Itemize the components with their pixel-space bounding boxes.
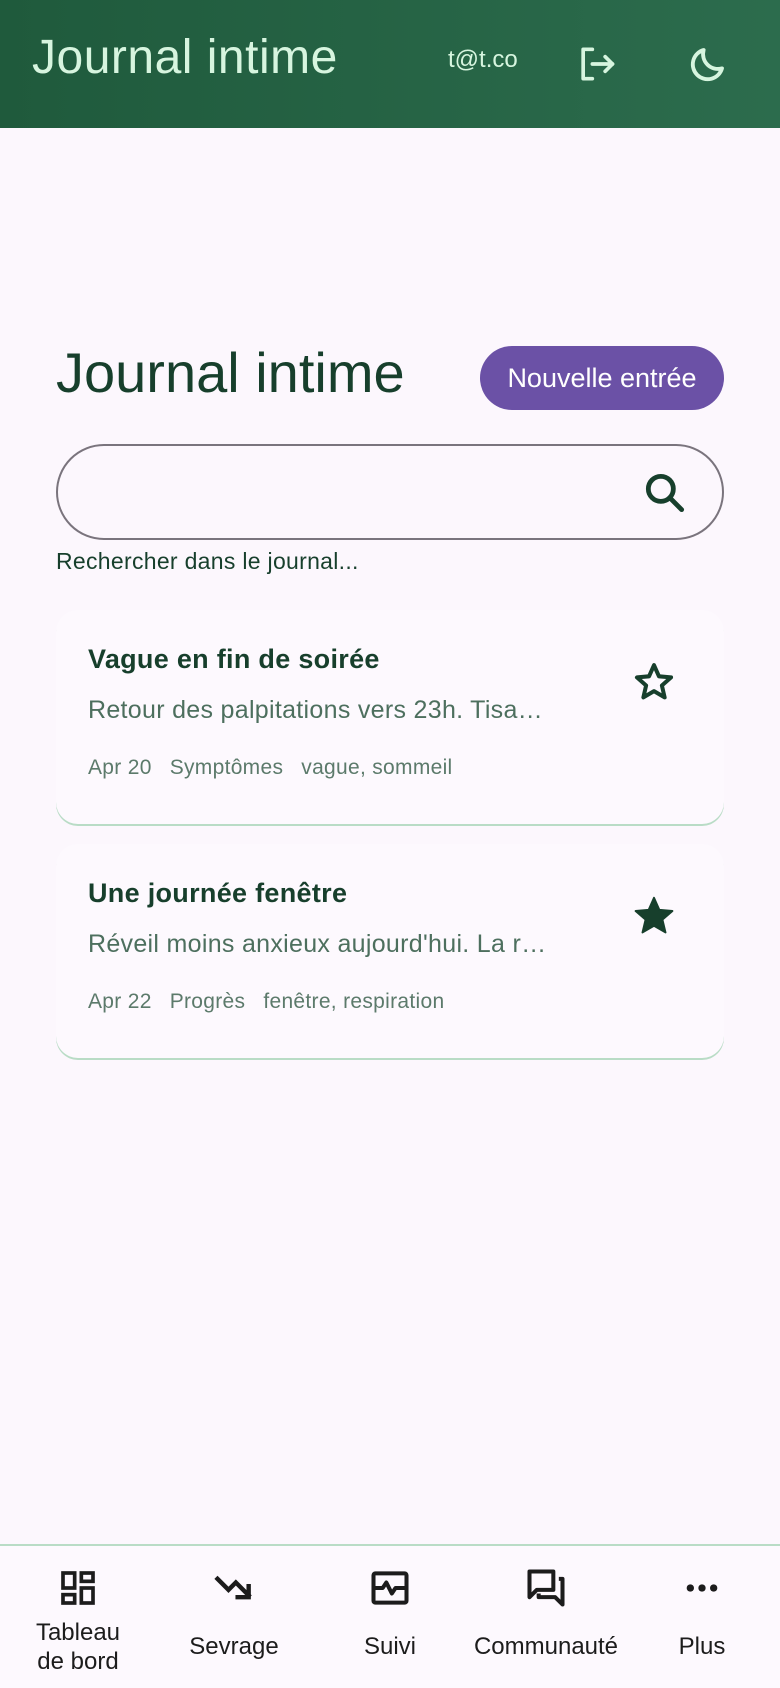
nav-item-plus[interactable]: Plus xyxy=(624,1546,780,1688)
journal-entry-card[interactable]: Une journée fenêtre Réveil moins anxieux… xyxy=(56,844,724,1058)
theme-toggle-button[interactable] xyxy=(680,36,736,92)
entry-title: Une journée fenêtre xyxy=(88,878,348,908)
nav-item-sevrage[interactable]: Sevrage xyxy=(156,1546,312,1688)
favorite-toggle-button[interactable] xyxy=(628,890,680,942)
more-horiz-icon xyxy=(680,1566,724,1610)
nav-label: Tableau de bord xyxy=(35,1619,121,1675)
nav-item-communaute[interactable]: Communauté xyxy=(468,1546,624,1688)
forum-icon xyxy=(524,1566,568,1610)
entry-category: Symptômes xyxy=(169,756,284,779)
moon-icon xyxy=(690,48,724,82)
trending-down-icon xyxy=(212,1566,256,1610)
search-field[interactable] xyxy=(56,444,724,540)
nav-label: Sevrage xyxy=(189,1633,279,1660)
search-button[interactable] xyxy=(640,468,690,518)
entry-category: Progrès xyxy=(169,990,246,1013)
entry-preview: Réveil moins anxieux aujourd'hui. La r… xyxy=(88,930,547,958)
dashboard-icon xyxy=(56,1566,100,1610)
new-entry-button[interactable]: Nouvelle entrée xyxy=(480,346,724,410)
nav-item-suivi[interactable]: Suivi xyxy=(312,1546,468,1688)
star-filled-icon xyxy=(634,896,674,934)
entry-meta: Apr 22 Progrès fenêtre, respiration xyxy=(88,990,444,1014)
entry-preview: Retour des palpitations vers 23h. Tisa… xyxy=(88,696,543,724)
entry-title: Vague en fin de soirée xyxy=(88,644,380,674)
logout-button[interactable] xyxy=(568,36,624,92)
search-helper-text: Rechercher dans le journal... xyxy=(56,548,359,574)
favorite-toggle-button[interactable] xyxy=(628,656,680,708)
search-icon xyxy=(645,473,685,513)
bottom-navigation: Tableau de bord Sevrage Suivi Communauté xyxy=(0,1544,780,1688)
entry-date: Apr 20 xyxy=(88,756,152,779)
star-outline-icon xyxy=(634,663,674,700)
nav-item-dashboard[interactable]: Tableau de bord xyxy=(0,1546,156,1688)
pulse-icon xyxy=(368,1566,412,1610)
logout-icon xyxy=(581,47,615,81)
nav-label: Plus xyxy=(678,1633,726,1660)
entry-tags: fenêtre, respiration xyxy=(263,990,445,1013)
search-input[interactable] xyxy=(88,466,648,520)
nav-label: Communauté xyxy=(473,1633,619,1660)
app-bar: Journal intime t@t.co xyxy=(0,0,780,128)
entry-tags: vague, sommeil xyxy=(301,756,453,779)
page-title: Journal intime xyxy=(56,341,405,404)
nav-label: Suivi xyxy=(363,1633,417,1660)
journal-entry-card[interactable]: Vague en fin de soirée Retour des palpit… xyxy=(56,610,724,824)
entry-date: Apr 22 xyxy=(88,990,152,1013)
app-title: Journal intime xyxy=(32,31,338,84)
entry-meta: Apr 20 Symptômes vague, sommeil xyxy=(88,756,453,780)
user-email: t@t.co xyxy=(448,46,518,73)
